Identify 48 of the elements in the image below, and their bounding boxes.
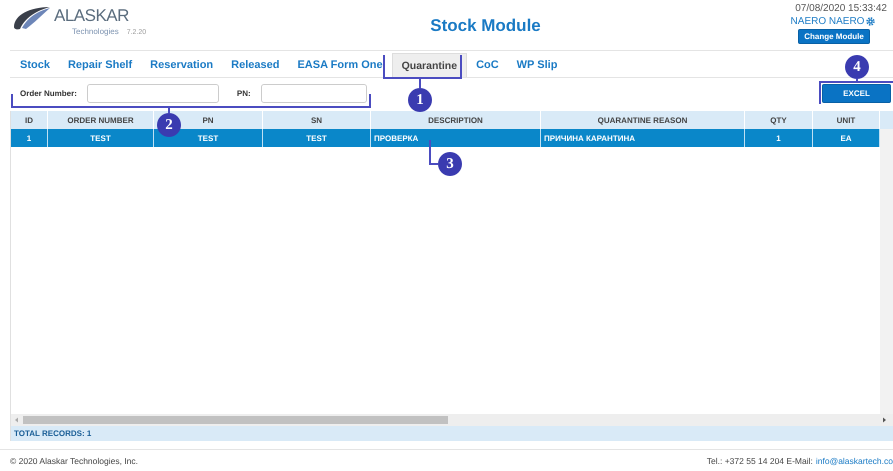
filter-label: PN: [236,89,251,98]
user-name[interactable]: NAERO NAERO [790,16,864,27]
total-records-label: TOTAL RECORDS: 1 [14,429,92,438]
table-cell: 1 [776,134,781,142]
tab[interactable]: CoC [467,53,508,77]
datetime-label: 07/08/2020 15:33:42 [795,3,887,14]
email-link[interactable]: info@alaskartech.co [816,456,893,466]
logo-subtitle: Technologies [72,27,119,36]
callout-number: 3 [438,152,462,176]
table-cell: TEST [90,134,111,142]
tab[interactable]: EASA Form One [288,53,392,77]
input-field[interactable] [86,84,219,103]
column-header[interactable]: QUARANTINE REASON [598,116,688,124]
column-header[interactable]: PN [202,116,214,124]
callout-number: 1 [408,88,432,112]
column-header[interactable]: DESCRIPTION [428,116,483,124]
logo-swoosh-icon [12,5,52,31]
table-cell: EA [840,134,852,142]
callout-bracket [429,140,438,165]
filter-label: Order Number: [20,89,77,98]
tab[interactable]: Repair Shelf [58,53,142,77]
page-title: Stock Module [429,15,542,37]
tab[interactable]: Stock [11,53,59,77]
table-cell: TEST [306,134,327,142]
table-cell: ПРИЧИНА КАРАНТИНА [544,134,636,142]
input-field[interactable] [260,84,367,103]
settings-icon[interactable] [866,17,876,26]
tab[interactable]: WP Slip [508,53,566,77]
horizontal-scrollbar[interactable] [11,414,893,426]
tab[interactable]: Quarantine [392,53,468,77]
copyright-text: © 2020 Alaskar Technologies, Inc. [10,456,138,466]
change-module-button[interactable]: Change Module [798,29,870,44]
column-header[interactable]: SN [310,116,322,124]
column-header[interactable]: QTY [770,116,787,124]
contact-text: Tel.: +372 55 14 204 E-Mail: [706,456,813,466]
column-header[interactable]: ORDER NUMBER [67,116,134,124]
tab[interactable]: Reservation [141,53,222,77]
column-header[interactable]: UNIT [836,116,856,124]
column-header[interactable]: ID [25,116,33,124]
table-row[interactable]: 1 TEST TEST TEST ПРОВЕРКА ПРИЧИНА КАРАНТИНА 1 EA [11,129,880,147]
table-cell: TEST [198,134,218,142]
tab[interactable]: Released [222,53,288,77]
logo-name: ALASKAR [54,5,130,27]
table-cell: 1 [26,134,32,142]
callout-number: 4 [845,55,869,79]
vertical-scrollbar[interactable] [880,129,893,414]
table-cell: ПРОВЕРКА [374,134,418,142]
excel-button[interactable]: EXCEL [822,84,891,103]
